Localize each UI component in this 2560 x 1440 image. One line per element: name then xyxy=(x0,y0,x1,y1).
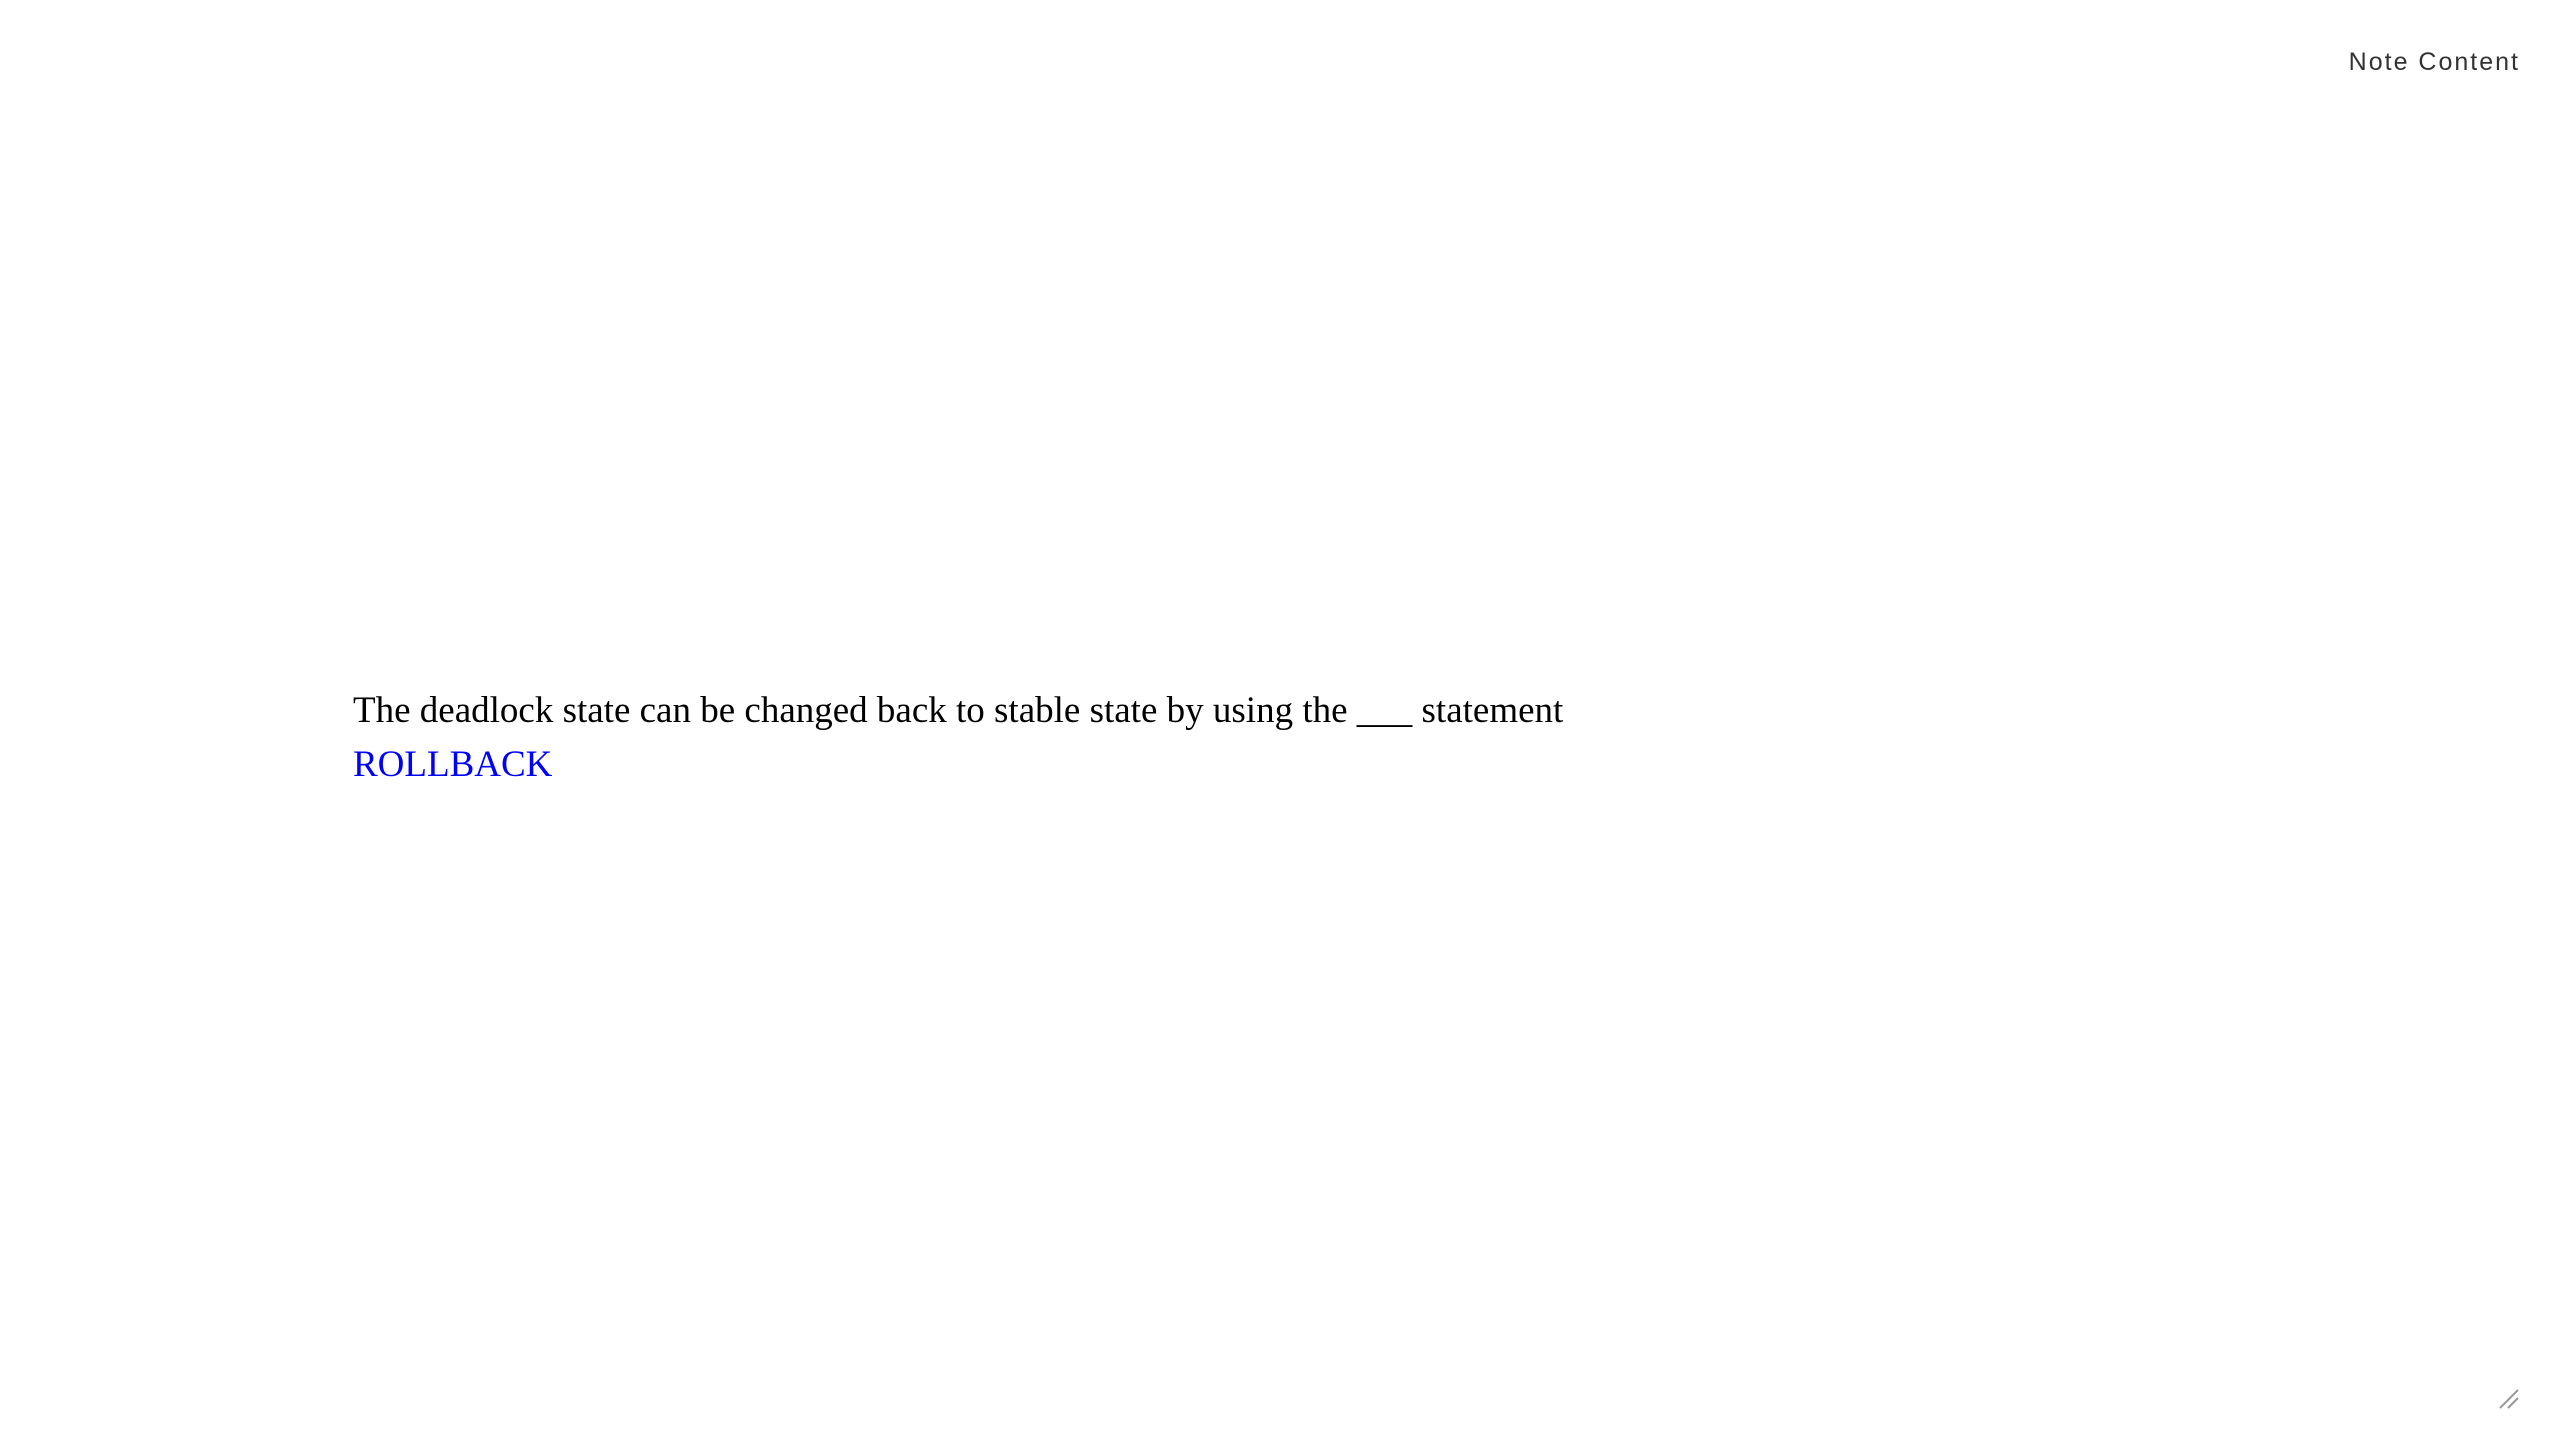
question-text: The deadlock state can be changed back t… xyxy=(353,690,1564,731)
note-content-label: Note Content xyxy=(2348,48,2520,76)
answer-text: ROLLBACK xyxy=(353,744,553,785)
note-body: The deadlock state can be changed back t… xyxy=(353,684,1563,792)
resize-grip-icon[interactable] xyxy=(2496,1386,2520,1410)
